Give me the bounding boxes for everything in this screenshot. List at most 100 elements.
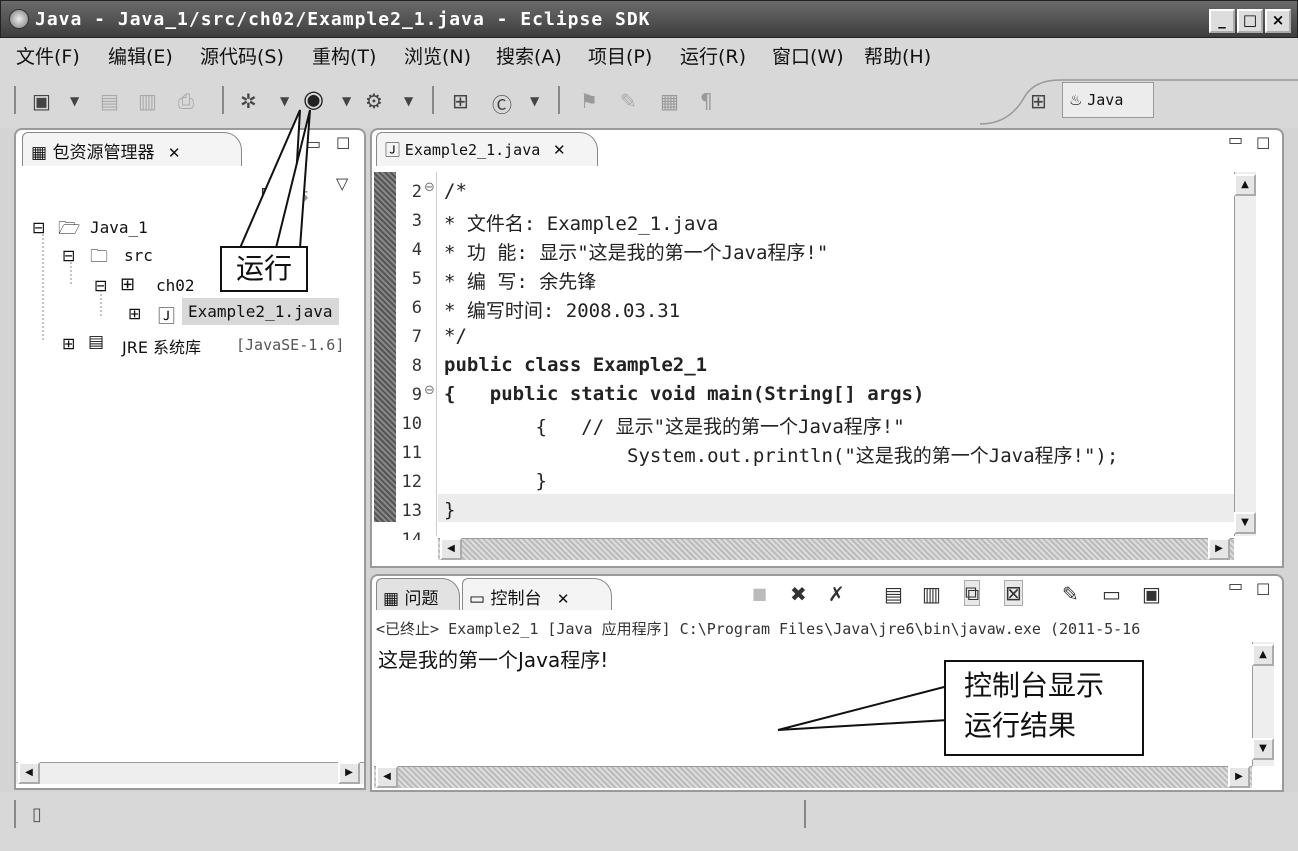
menu-help[interactable]: 帮助(H) xyxy=(864,42,931,69)
scroll-right-button[interactable]: ▶ xyxy=(1228,766,1250,788)
link-editor-icon[interactable]: ⇆ xyxy=(292,182,309,206)
code-line: /* xyxy=(444,180,467,202)
scroll-up-button[interactable]: ▲ xyxy=(1234,174,1256,196)
fold-icon[interactable]: ⊖ xyxy=(424,180,435,195)
toolbar-separator xyxy=(432,86,434,114)
menu-project[interactable]: 项目(P) xyxy=(588,42,652,69)
callout-console-result: 控制台显示 运行结果 xyxy=(944,660,1144,756)
scroll-right-button[interactable]: ▶ xyxy=(1208,538,1230,560)
tab-package-explorer[interactable]: ▦ 包资源管理器 ✕ xyxy=(22,132,242,166)
tab-problems[interactable]: ▦ 问题 xyxy=(376,578,460,610)
close-icon[interactable]: ✕ xyxy=(557,590,570,608)
line-number: 11 xyxy=(401,443,422,463)
code-line: { // 显示"这是我的第一个Java程序!" xyxy=(444,416,905,438)
new-icon[interactable]: ▣ xyxy=(32,89,51,113)
tree-expander[interactable]: ⊞ xyxy=(62,334,75,353)
chevron-down-icon[interactable]: ▼ xyxy=(404,94,413,108)
minimize-view-icon[interactable]: ▭ xyxy=(1228,576,1243,595)
line-number: 4 xyxy=(411,240,422,260)
tree-item-jre[interactable]: JRE 系统库 xyxy=(122,334,201,358)
pilcrow-icon[interactable]: ¶ xyxy=(700,89,713,113)
menu-file[interactable]: 文件(F) xyxy=(16,42,80,69)
scroll-down-button[interactable]: ▼ xyxy=(1252,738,1274,760)
maximize-view-icon[interactable]: ☐ xyxy=(1256,134,1270,153)
remove-all-icon[interactable]: ✗ xyxy=(828,582,845,606)
tree-item-src[interactable]: src xyxy=(124,246,153,265)
status-separator xyxy=(14,800,16,828)
chevron-down-icon[interactable]: ▼ xyxy=(530,94,539,108)
tree-item-example-java[interactable]: Example2_1.java xyxy=(182,298,339,325)
pin-console-icon[interactable]: ✎ xyxy=(1062,582,1079,606)
scroll-left-button[interactable]: ◀ xyxy=(376,766,398,788)
menu-navigate[interactable]: 浏览(N) xyxy=(404,42,471,69)
print-icon[interactable]: ⎙ xyxy=(178,89,194,113)
tree-item-java1[interactable]: Java_1 xyxy=(90,218,148,237)
menu-refactor[interactable]: 重构(T) xyxy=(312,42,376,69)
horizontal-scrollbar[interactable] xyxy=(16,762,364,784)
perspective-java-button[interactable]: ♨ Java xyxy=(1062,82,1154,118)
console-status-line: <已终止> Example2_1 [Java 应用程序] C:\Program … xyxy=(376,620,1141,638)
maximize-button[interactable]: □ xyxy=(1237,9,1263,33)
open-type-icon[interactable]: ⚑ xyxy=(580,89,598,113)
chevron-down-icon[interactable]: ▼ xyxy=(280,94,289,108)
scroll-down-button[interactable]: ▼ xyxy=(1234,512,1256,534)
save-all-icon[interactable]: ▥ xyxy=(138,89,157,113)
menu-source[interactable]: 源代码(S) xyxy=(200,42,284,69)
code-line: * 编写时间: 2008.03.31 xyxy=(444,300,681,322)
tree-expander[interactable]: ⊟ xyxy=(94,276,107,295)
external-tools-icon[interactable]: ⚙ xyxy=(365,89,383,113)
minimize-view-icon[interactable]: ▭ xyxy=(306,134,321,153)
console-icon: ▭ xyxy=(469,589,486,609)
open-perspective-icon[interactable]: ⊞ xyxy=(1030,89,1047,113)
close-button[interactable]: × xyxy=(1265,9,1291,33)
tab-console[interactable]: ▭ 控制台 ✕ xyxy=(462,578,612,610)
scroll-lock-icon[interactable]: ▥ xyxy=(922,582,941,606)
chevron-down-icon[interactable]: ▼ xyxy=(70,94,79,108)
code-line: public class Example2_1 xyxy=(444,354,708,376)
title-bar: Java - Java_1/src/ch02/Example2_1.java -… xyxy=(0,0,1298,38)
block-icon[interactable]: ▦ xyxy=(660,89,679,113)
fast-view-icon[interactable]: ▯ xyxy=(32,804,42,825)
package-explorer-panel: ▦ 包资源管理器 ✕ ▭ ☐ ⊟ ⇆ ▽ ⊟ 🗁 Java_1 ⊟ 🗀 src … xyxy=(14,128,366,790)
remove-launch-icon[interactable]: ✖ xyxy=(790,582,807,606)
display-console-icon[interactable]: ▭ xyxy=(1102,582,1121,606)
vertical-scrollbar[interactable] xyxy=(1234,172,1256,536)
minimize-button[interactable]: _ xyxy=(1209,9,1235,33)
scroll-left-button[interactable]: ◀ xyxy=(440,538,462,560)
maximize-view-icon[interactable]: ☐ xyxy=(336,134,350,153)
line-number: 13 xyxy=(401,501,422,521)
clear-console-icon[interactable]: ▤ xyxy=(884,582,903,606)
tree-expander[interactable]: ⊞ xyxy=(128,304,141,323)
menu-run[interactable]: 运行(R) xyxy=(680,42,746,69)
show-stderr-icon[interactable]: ⊠ xyxy=(1004,580,1023,606)
scroll-up-button[interactable]: ▲ xyxy=(1252,644,1274,666)
collapse-all-icon[interactable]: ⊟ xyxy=(260,182,277,206)
tree-expander[interactable]: ⊟ xyxy=(32,218,45,237)
scroll-right-button[interactable]: ▶ xyxy=(338,762,360,784)
code-area[interactable]: 2 /* ⊖ 3 * 文件名: Example2_1.java 4 * 功 能:… xyxy=(372,130,1232,540)
tree-expander[interactable]: ⊟ xyxy=(62,246,75,265)
horizontal-scrollbar[interactable] xyxy=(438,538,1234,560)
new-package-icon[interactable]: ⊞ xyxy=(452,89,469,113)
open-console-icon[interactable]: ▣ xyxy=(1142,582,1161,606)
menu-edit[interactable]: 编辑(E) xyxy=(108,42,173,69)
menu-search[interactable]: 搜索(A) xyxy=(496,42,562,69)
new-class-icon[interactable]: Ⓒ xyxy=(492,89,512,118)
code-line: * 文件名: Example2_1.java xyxy=(444,213,719,235)
close-icon[interactable]: ✕ xyxy=(168,144,181,162)
view-menu-icon[interactable]: ▽ xyxy=(336,174,348,193)
terminate-icon[interactable]: ■ xyxy=(752,584,767,603)
show-stdout-icon[interactable]: ⧉ xyxy=(964,580,981,606)
maximize-view-icon[interactable]: ☐ xyxy=(1256,580,1270,599)
horizontal-scrollbar[interactable] xyxy=(374,766,1252,788)
edit-icon[interactable]: ✎ xyxy=(620,89,637,113)
chevron-down-icon[interactable]: ▼ xyxy=(342,94,351,108)
menu-window[interactable]: 窗口(W) xyxy=(772,42,844,69)
code-line: * 编 写: 余先锋 xyxy=(444,271,597,293)
debug-icon[interactable]: ✲ xyxy=(240,89,257,113)
tree-item-ch02[interactable]: ch02 xyxy=(156,276,195,295)
run-icon[interactable]: ◉ xyxy=(303,85,324,113)
save-icon[interactable]: ▤ xyxy=(100,89,119,113)
fold-icon[interactable]: ⊖ xyxy=(424,383,435,398)
scroll-left-button[interactable]: ◀ xyxy=(18,762,40,784)
